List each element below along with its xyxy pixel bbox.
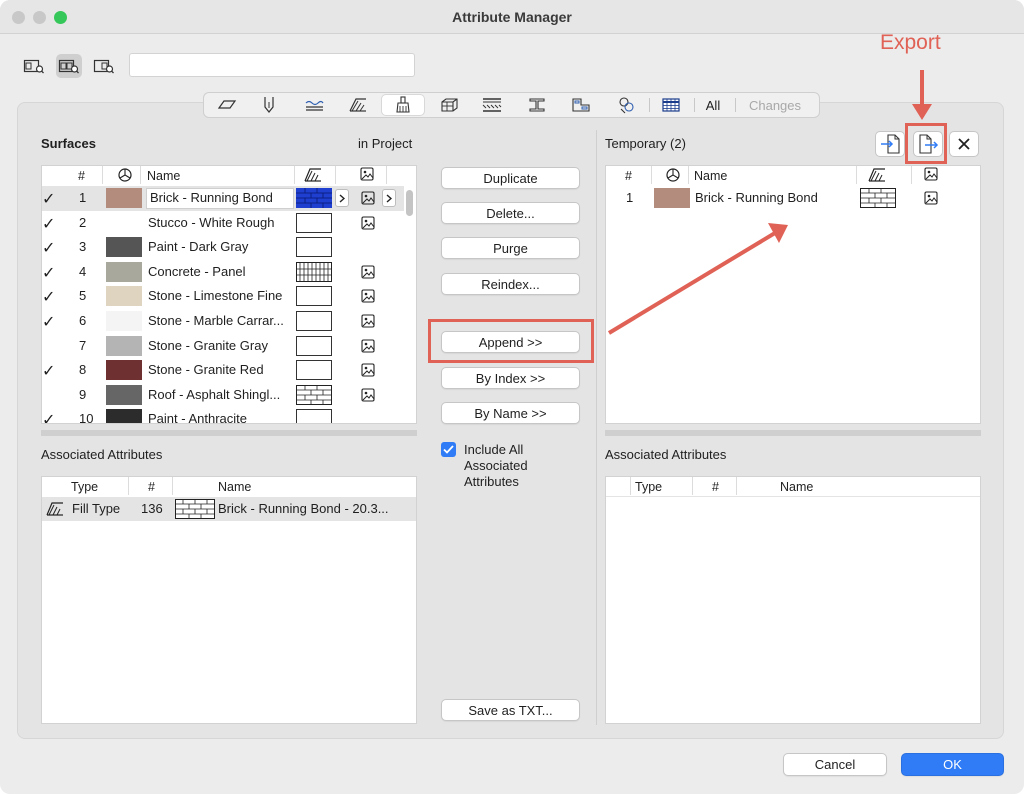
attribute-manager-window: Attribute Manager All Changes Surfaces i… [0, 0, 1024, 794]
annotation-arrows [607, 70, 932, 335]
append-to-temporary-arrow-icon [607, 223, 788, 335]
export-down-arrow-icon [912, 70, 932, 120]
